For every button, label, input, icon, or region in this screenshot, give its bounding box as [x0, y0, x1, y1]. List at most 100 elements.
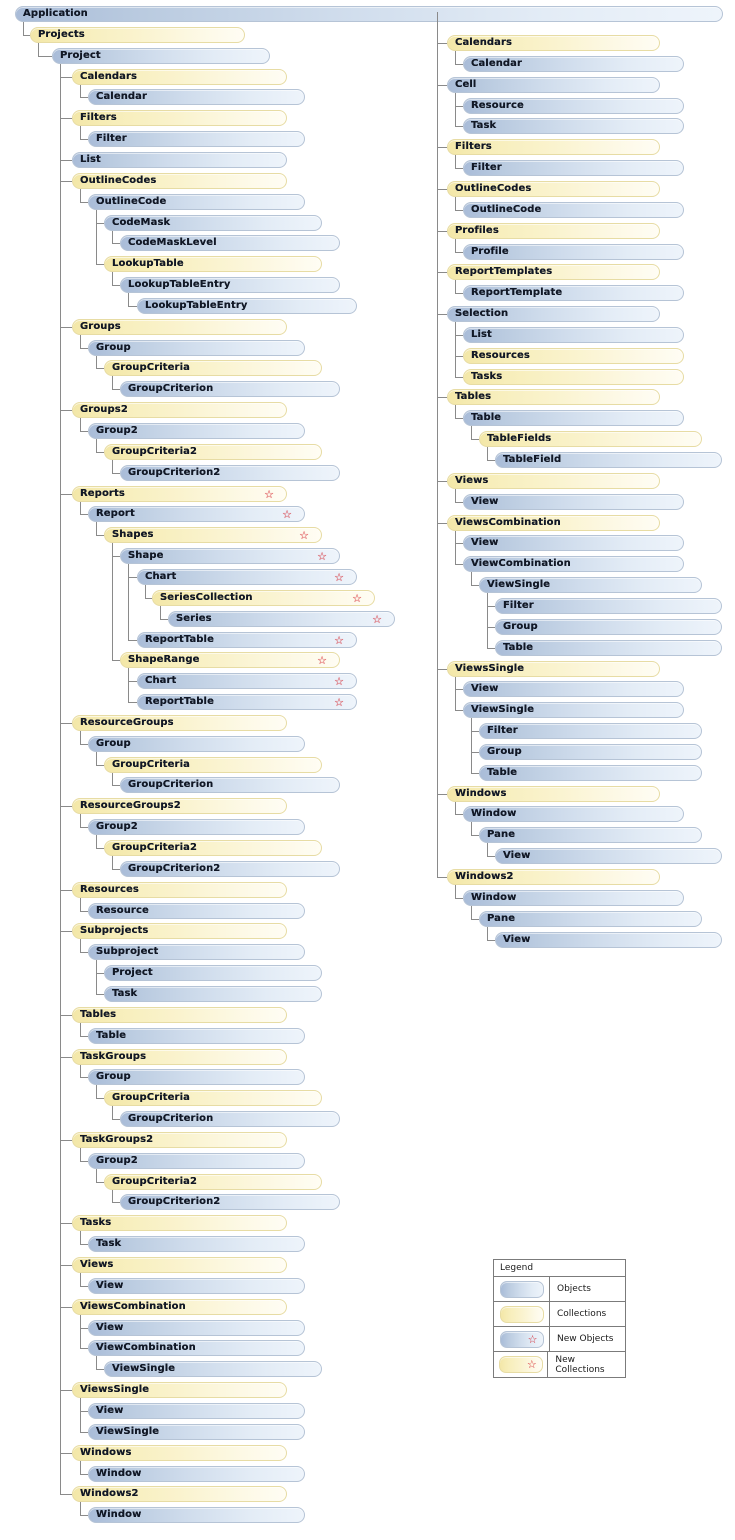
left-tree-node[interactable]: Task [88, 1236, 305, 1252]
left-tree-node[interactable]: Group2 [88, 423, 305, 439]
left-tree-node[interactable]: GroupCriterion2 [120, 465, 340, 481]
left-tree-node[interactable]: Group [88, 736, 305, 752]
left-tree-node[interactable]: Chart ☆ [137, 569, 357, 585]
left-tree-node[interactable]: GroupCriteria [104, 757, 322, 773]
left-tree-node[interactable]: TaskGroups2 [72, 1132, 287, 1148]
left-tree-node[interactable]: Calendar [88, 89, 305, 105]
right-tree-node[interactable]: Table [463, 410, 684, 426]
left-tree-node[interactable]: Application [15, 6, 723, 22]
right-tree-node[interactable]: Selection [447, 306, 660, 322]
left-tree-node[interactable]: Group2 [88, 819, 305, 835]
left-tree-node[interactable]: ShapeRange ☆ [120, 652, 340, 668]
left-tree-node[interactable]: Filters [72, 110, 287, 126]
left-tree-node[interactable]: SeriesCollection ☆ [152, 590, 375, 606]
left-tree-node[interactable]: List [72, 152, 287, 168]
left-tree-node[interactable]: ViewCombination [88, 1340, 305, 1356]
right-tree-node[interactable]: Cell [447, 77, 660, 93]
left-tree-node[interactable]: Windows2 [72, 1486, 287, 1502]
left-tree-node[interactable]: View [88, 1320, 305, 1336]
right-tree-node[interactable]: Calendars [447, 35, 660, 51]
left-tree-node[interactable]: CodeMaskLevel [120, 235, 340, 251]
left-tree-node[interactable]: Views [72, 1257, 287, 1273]
left-tree-node[interactable]: Tasks [72, 1215, 287, 1231]
left-tree-node[interactable]: GroupCriteria2 [104, 1174, 322, 1190]
left-tree-node[interactable]: GroupCriterion2 [120, 861, 340, 877]
left-tree-node[interactable]: Reports ☆ [72, 486, 287, 502]
right-tree-node[interactable]: List [463, 327, 684, 343]
right-tree-node[interactable]: Group [479, 744, 702, 760]
right-tree-node[interactable]: TableFields [479, 431, 702, 447]
right-tree-node[interactable]: ViewsSingle [447, 661, 660, 677]
right-tree-node[interactable]: Window [463, 890, 684, 906]
left-tree-node[interactable]: Series ☆ [168, 611, 395, 627]
left-tree-node[interactable]: Subprojects [72, 923, 287, 939]
left-tree-node[interactable]: Task [104, 986, 322, 1002]
left-tree-node[interactable]: Groups [72, 319, 287, 335]
left-tree-node[interactable]: ViewSingle [104, 1361, 322, 1377]
left-tree-node[interactable]: Filter [88, 131, 305, 147]
right-tree-node[interactable]: Pane [479, 911, 702, 927]
right-tree-node[interactable]: Windows [447, 786, 660, 802]
right-tree-node[interactable]: Resource [463, 98, 684, 114]
left-tree-node[interactable]: Project [52, 48, 270, 64]
right-tree-node[interactable]: Filter [463, 160, 684, 176]
left-tree-node[interactable]: Windows [72, 1445, 287, 1461]
right-tree-node[interactable]: OutlineCodes [447, 181, 660, 197]
left-tree-node[interactable]: LookupTableEntry [120, 277, 340, 293]
left-tree-node[interactable]: GroupCriterion [120, 777, 340, 793]
left-tree-node[interactable]: ResourceGroups2 [72, 798, 287, 814]
left-tree-node[interactable]: OutlineCode [88, 194, 305, 210]
right-tree-node[interactable]: Profiles [447, 223, 660, 239]
left-tree-node[interactable]: Resources [72, 882, 287, 898]
right-tree-node[interactable]: Calendar [463, 56, 684, 72]
left-tree-node[interactable]: ViewSingle [88, 1424, 305, 1440]
left-tree-node[interactable]: Group [88, 340, 305, 356]
right-tree-node[interactable]: ReportTemplates [447, 264, 660, 280]
left-tree-node[interactable]: Group2 [88, 1153, 305, 1169]
right-tree-node[interactable]: Group [495, 619, 722, 635]
right-tree-node[interactable]: Filter [495, 598, 722, 614]
right-tree-node[interactable]: Filter [479, 723, 702, 739]
left-tree-node[interactable]: Tables [72, 1007, 287, 1023]
left-tree-node[interactable]: Shape ☆ [120, 548, 340, 564]
right-tree-node[interactable]: Window [463, 806, 684, 822]
right-tree-node[interactable]: ViewSingle [463, 702, 684, 718]
right-tree-node[interactable]: ViewSingle [479, 577, 702, 593]
left-tree-node[interactable]: Resource [88, 903, 305, 919]
right-tree-node[interactable]: ViewsCombination [447, 515, 660, 531]
left-tree-node[interactable]: Group [88, 1069, 305, 1085]
left-tree-node[interactable]: GroupCriterion2 [120, 1194, 340, 1210]
left-tree-node[interactable]: ReportTable ☆ [137, 632, 357, 648]
right-tree-node[interactable]: ViewCombination [463, 556, 684, 572]
left-tree-node[interactable]: ResourceGroups [72, 715, 287, 731]
right-tree-node[interactable]: View [463, 681, 684, 697]
left-tree-node[interactable]: TaskGroups [72, 1049, 287, 1065]
left-tree-node[interactable]: GroupCriteria [104, 1090, 322, 1106]
right-tree-node[interactable]: View [495, 848, 722, 864]
left-tree-node[interactable]: Shapes ☆ [104, 527, 322, 543]
right-tree-node[interactable]: OutlineCode [463, 202, 684, 218]
right-tree-node[interactable]: Table [479, 765, 702, 781]
left-tree-node[interactable]: ReportTable ☆ [137, 694, 357, 710]
right-tree-node[interactable]: Task [463, 118, 684, 134]
left-tree-node[interactable]: Projects [30, 27, 245, 43]
right-tree-node[interactable]: Resources [463, 348, 684, 364]
right-tree-node[interactable]: TableField [495, 452, 722, 468]
right-tree-node[interactable]: View [463, 494, 684, 510]
left-tree-node[interactable]: Chart ☆ [137, 673, 357, 689]
left-tree-node[interactable]: Window [88, 1466, 305, 1482]
right-tree-node[interactable]: Tables [447, 389, 660, 405]
right-tree-node[interactable]: Profile [463, 244, 684, 260]
right-tree-node[interactable]: Tasks [463, 369, 684, 385]
left-tree-node[interactable]: GroupCriterion [120, 1111, 340, 1127]
left-tree-node[interactable]: OutlineCodes [72, 173, 287, 189]
left-tree-node[interactable]: Window [88, 1507, 305, 1523]
left-tree-node[interactable]: Project [104, 965, 322, 981]
left-tree-node[interactable]: Calendars [72, 69, 287, 85]
left-tree-node[interactable]: ViewsCombination [72, 1299, 287, 1315]
left-tree-node[interactable]: Subproject [88, 944, 305, 960]
left-tree-node[interactable]: GroupCriteria2 [104, 444, 322, 460]
right-tree-node[interactable]: ReportTemplate [463, 285, 684, 301]
left-tree-node[interactable]: Table [88, 1028, 305, 1044]
left-tree-node[interactable]: LookupTable [104, 256, 322, 272]
